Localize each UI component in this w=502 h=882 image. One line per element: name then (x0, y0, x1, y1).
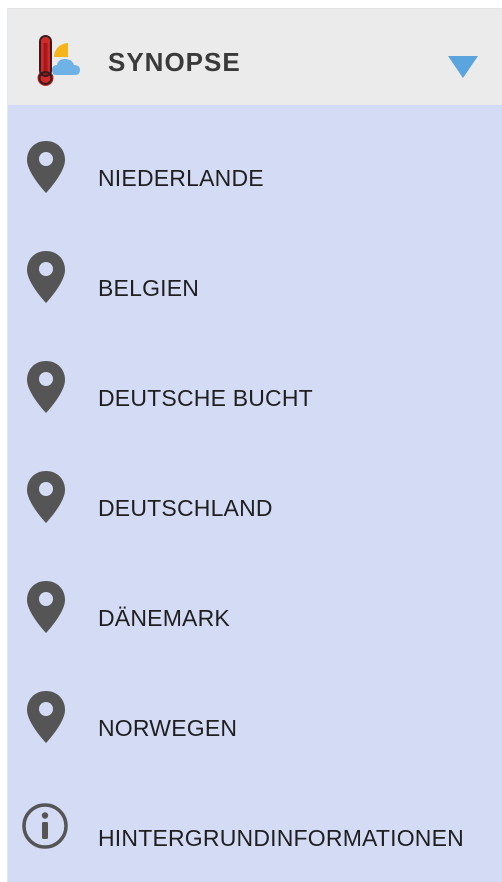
menu-item-belgien[interactable]: BELGIEN (8, 215, 502, 325)
menu-item-label: DÄNEMARK (98, 605, 230, 631)
menu-item-label: HINTERGRUNDINFORMATIONEN (98, 825, 464, 851)
map-pin-icon (27, 251, 65, 303)
synopse-header[interactable]: SYNOPSE (8, 9, 502, 105)
thermometer-weather-icon (37, 35, 80, 86)
map-pin-icon (27, 361, 65, 413)
menu-item-deutschland[interactable]: DEUTSCHLAND (8, 435, 502, 545)
menu-item-deutsche-bucht[interactable]: DEUTSCHE BUCHT (8, 325, 502, 435)
menu-item-niederlande[interactable]: NIEDERLANDE (8, 105, 502, 215)
chevron-down-icon[interactable] (445, 53, 481, 81)
map-pin-icon (27, 691, 65, 743)
menu-item-label: NORWEGEN (98, 715, 238, 741)
synopse-title: SYNOPSE (108, 47, 241, 77)
map-pin-icon (27, 141, 65, 193)
menu-item-daenemark[interactable]: DÄNEMARK (8, 545, 502, 655)
map-pin-icon (27, 581, 65, 633)
menu-item-label: BELGIEN (98, 275, 200, 301)
menu-item-label: NIEDERLANDE (98, 165, 264, 191)
menu-item-label: DEUTSCHLAND (98, 495, 273, 521)
menu-item-norwegen[interactable]: NORWEGEN (8, 655, 502, 765)
menu-item-hintergrundinformationen[interactable]: HINTERGRUNDINFORMATIONEN (8, 765, 502, 875)
synopse-menu-panel: SYNOPSE NIEDERLANDE BELGIEN DEUTSCHE BUC… (7, 8, 502, 882)
menu-item-label: DEUTSCHE BUCHT (98, 385, 313, 411)
info-icon (22, 803, 68, 849)
page-frame: SYNOPSE NIEDERLANDE BELGIEN DEUTSCHE BUC… (0, 0, 502, 882)
map-pin-icon (27, 471, 65, 523)
